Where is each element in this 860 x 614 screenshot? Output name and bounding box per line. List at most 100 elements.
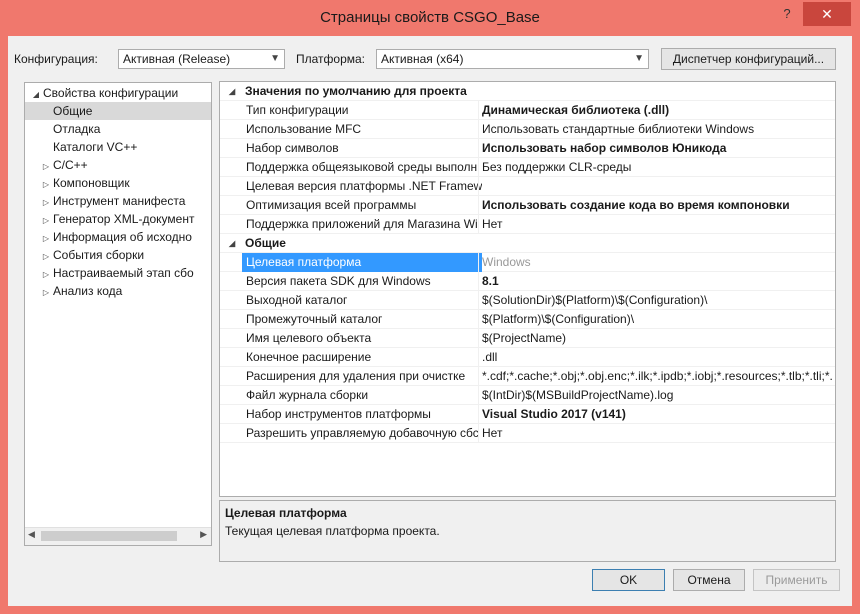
property-name: Расширения для удаления при очистке <box>246 369 466 383</box>
property-value[interactable]: Без поддержки CLR-среды <box>482 158 832 177</box>
property-row[interactable]: Расширения для удаления при очистке *.cdf… <box>220 367 835 386</box>
tree-item[interactable]: ▷ Генератор XML-документ <box>43 210 195 228</box>
tree-item-label: Информация об исходно <box>53 230 192 244</box>
chevron-down-icon: ▼ <box>634 53 644 64</box>
tree-item-label: События сборки <box>53 248 145 262</box>
tree-item[interactable]: ▷ Настраиваемый этап сбо <box>43 264 194 282</box>
property-value[interactable]: $(ProjectName) <box>482 329 832 348</box>
column-divider <box>478 386 479 405</box>
scrollbar-thumb[interactable] <box>41 531 177 541</box>
property-value[interactable]: $(IntDir)$(MSBuildProjectName).log <box>482 386 832 405</box>
property-row[interactable]: Тип конфигурации Динамическая библиотека … <box>220 101 835 120</box>
apply-button[interactable]: Применить <box>753 569 840 591</box>
settings-tree[interactable]: ◢ Свойства конфигурации Общие Отладка Катало… <box>24 82 212 546</box>
tree-horizontal-scrollbar[interactable]: ◀ ▶ <box>25 527 211 545</box>
property-name: Промежуточный каталог <box>246 312 383 326</box>
ok-button[interactable]: OK <box>592 569 665 591</box>
property-value[interactable]: Windows <box>482 253 832 272</box>
expand-icon[interactable]: ▷ <box>39 230 53 248</box>
property-value[interactable]: 8.1 <box>482 272 832 291</box>
title-bar[interactable]: Страницы свойств CSGO_Base ? ✕ <box>0 0 860 36</box>
scroll-left-icon[interactable]: ◀ <box>28 529 35 540</box>
tree-item-label: C/C++ <box>53 158 88 172</box>
property-name: Использование MFC <box>246 122 362 136</box>
expand-icon[interactable]: ▷ <box>39 158 53 176</box>
property-row[interactable]: Выходной каталог $(SolutionDir)$(Platform… <box>220 291 835 310</box>
expand-icon[interactable]: ▷ <box>39 194 53 212</box>
tree-item[interactable]: Общие <box>25 102 211 120</box>
tree-item[interactable]: Отладка <box>53 120 100 138</box>
description-title: Целевая платформа <box>225 506 347 520</box>
property-row[interactable]: Оптимизация всей программы Использовать с… <box>220 196 835 215</box>
tree-item-configuration-properties[interactable]: ◢ Свойства конфигурации <box>29 84 178 102</box>
window-title: Страницы свойств CSGO_Base <box>320 9 540 26</box>
property-row[interactable]: Файл журнала сборки $(IntDir)$(MSBuildPro… <box>220 386 835 405</box>
tree-item[interactable]: ▷ Информация об исходно <box>43 228 192 246</box>
property-row[interactable]: Поддержка общеязыковой среды выполн Без п… <box>220 158 835 177</box>
collapse-icon[interactable]: ◢ <box>229 234 235 253</box>
grid-category[interactable]: ◢ Значения по умолчанию для проекта <box>220 82 835 101</box>
property-value[interactable]: Использовать создание кода во время комп… <box>482 196 832 215</box>
property-value[interactable]: $(SolutionDir)$(Platform)\$(Configuratio… <box>482 291 832 310</box>
scroll-right-icon[interactable]: ▶ <box>200 529 207 540</box>
configuration-dropdown[interactable]: Активная (Release) ▼ <box>118 49 285 69</box>
collapse-icon[interactable]: ◢ <box>229 82 235 101</box>
chevron-down-icon: ▼ <box>270 53 280 64</box>
configuration-manager-button[interactable]: Диспетчер конфигураций... <box>661 48 836 70</box>
property-row[interactable]: Целевая версия платформы .NET Framew <box>220 177 835 196</box>
property-value[interactable]: Нет <box>482 215 832 234</box>
expand-icon[interactable]: ▷ <box>39 212 53 230</box>
expand-icon[interactable]: ▷ <box>39 284 53 302</box>
property-name: Целевая платформа <box>242 253 482 272</box>
tree-item[interactable]: Каталоги VC++ <box>53 138 137 156</box>
property-row[interactable]: Набор инструментов платформы Visual Studi… <box>220 405 835 424</box>
property-name: Тип конфигурации <box>246 103 349 117</box>
column-divider <box>478 177 479 196</box>
property-value[interactable]: Visual Studio 2017 (v141) <box>482 405 832 424</box>
property-row[interactable]: Поддержка приложений для Магазина Wi Нет <box>220 215 835 234</box>
property-name: Оптимизация всей программы <box>246 198 417 212</box>
column-divider <box>478 120 479 139</box>
tree-item-label: Инструмент манифеста <box>53 194 186 208</box>
property-value[interactable]: *.cdf;*.cache;*.obj;*.obj.enc;*.ilk;*.ip… <box>482 367 832 386</box>
expand-icon[interactable]: ▷ <box>39 248 53 266</box>
grid-category[interactable]: ◢ Общие <box>220 234 835 253</box>
property-row[interactable]: Набор символов Использовать набор символо… <box>220 139 835 158</box>
tree-item[interactable]: ▷ События сборки <box>43 246 145 264</box>
column-divider <box>478 291 479 310</box>
tree-item[interactable]: ▷ Инструмент манифеста <box>43 192 186 210</box>
tree-item[interactable]: ▷ Анализ кода <box>43 282 122 300</box>
tree-item[interactable]: ▷ Компоновщик <box>43 174 130 192</box>
description-panel: Целевая платформа Текущая целевая платфо… <box>219 500 836 562</box>
property-value[interactable]: Нет <box>482 424 832 443</box>
close-button[interactable]: ✕ <box>803 2 851 26</box>
help-button[interactable]: ? <box>774 4 800 24</box>
property-value[interactable]: Использовать стандартные библиотеки Wind… <box>482 120 832 139</box>
property-row[interactable]: Конечное расширение .dll <box>220 348 835 367</box>
property-grid[interactable]: ◢ Значения по умолчанию для проекта Тип ко… <box>219 81 836 497</box>
property-row[interactable]: Имя целевого объекта $(ProjectName) <box>220 329 835 348</box>
property-value[interactable]: $(Platform)\$(Configuration)\ <box>482 310 832 329</box>
property-name: Версия пакета SDK для Windows <box>246 274 431 288</box>
column-divider <box>478 424 479 443</box>
property-value[interactable]: Использовать набор символов Юникода <box>482 139 832 158</box>
expand-icon[interactable]: ▷ <box>39 176 53 194</box>
cancel-button[interactable]: Отмена <box>673 569 745 591</box>
property-row[interactable]: Использование MFC Использовать стандартны… <box>220 120 835 139</box>
property-value[interactable]: Динамическая библиотека (.dll) <box>482 101 832 120</box>
property-row[interactable]: Целевая платформа Windows <box>220 253 835 272</box>
column-divider <box>478 101 479 120</box>
property-name: Конечное расширение <box>246 350 372 364</box>
tree-item[interactable]: ▷ C/C++ <box>43 156 88 174</box>
property-row[interactable]: Разрешить управляемую добавочную сбс Нет <box>220 424 835 443</box>
expand-icon[interactable]: ▷ <box>39 266 53 284</box>
column-divider <box>478 405 479 424</box>
tree-item-label: Общие <box>53 104 93 118</box>
platform-dropdown[interactable]: Активная (x64) ▼ <box>376 49 649 69</box>
column-divider <box>478 158 479 177</box>
property-row[interactable]: Версия пакета SDK для Windows 8.1 <box>220 272 835 291</box>
configuration-value: Активная (Release) <box>123 52 231 66</box>
property-value[interactable]: .dll <box>482 348 832 367</box>
column-divider <box>478 253 479 272</box>
property-row[interactable]: Промежуточный каталог $(Platform)\$(Confi… <box>220 310 835 329</box>
